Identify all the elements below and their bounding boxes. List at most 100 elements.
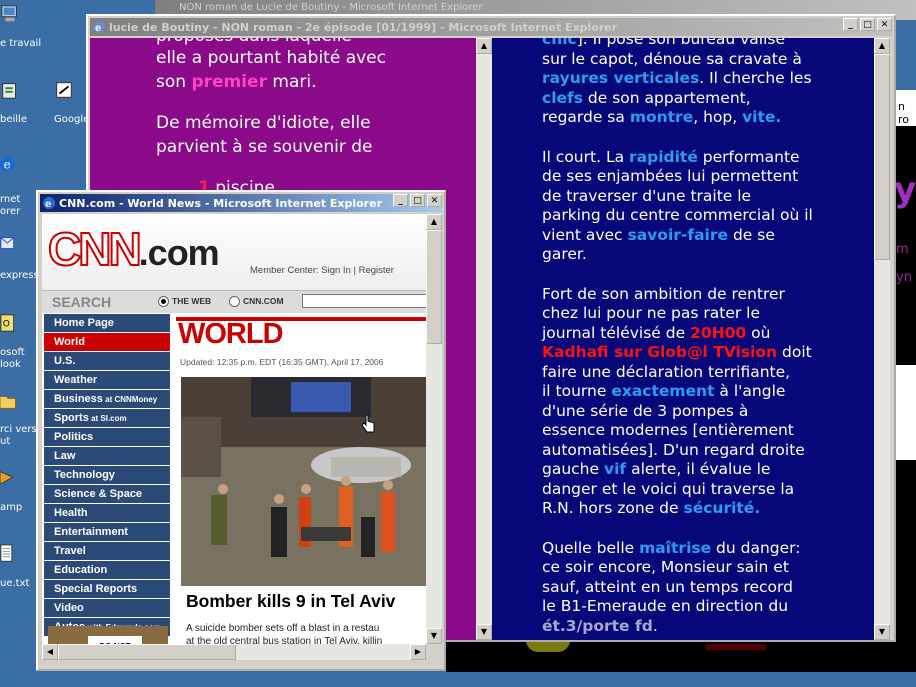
desktop-icon-outlook-express[interactable]: express: [0, 234, 40, 281]
text-line: parvient à se souvenir de: [156, 137, 373, 157]
story-text-span: doit: [777, 343, 812, 361]
story-link[interactable]: montre: [630, 108, 693, 126]
story-link[interactable]: rapidité: [629, 148, 698, 166]
scroll-thumb[interactable]: [874, 54, 890, 260]
story-paragraph: Fort de son ambition de rentrer chez lui …: [542, 285, 872, 519]
desktop-icon-text-file[interactable]: ue.txt: [0, 544, 40, 589]
nav-item-weather[interactable]: Weather: [44, 371, 170, 390]
story-line: danger et le voici qui traverse la: [542, 480, 872, 500]
nav-item-world[interactable]: World: [44, 333, 170, 352]
scroll-left-button[interactable]: ◀: [42, 644, 58, 660]
desktop-icon-internet-explorer[interactable]: e rnet orer: [0, 154, 40, 217]
minimize-button[interactable]: _: [843, 18, 858, 31]
desktop-icon-my-computer[interactable]: e travail: [0, 4, 41, 49]
search-label: SEARCH: [52, 294, 112, 310]
story-link[interactable]: clefs: [542, 89, 583, 107]
story-line: le B1-Emeraude en direction du: [542, 597, 872, 617]
cnn-titlebar[interactable]: e CNN.com - World News - Microsoft Inter…: [40, 194, 442, 212]
desktop-icon-label: osoft: [0, 347, 25, 358]
desktop-icon-label: rnet: [0, 194, 21, 205]
story-text-span: le B1-Emeraude en direction du: [542, 597, 789, 615]
navy-frame-scrollbar[interactable]: ▲ ▼: [874, 38, 890, 640]
nav-item-business[interactable]: Business at CNNMoney: [44, 390, 170, 409]
story-text-span: Quelle belle: [542, 538, 640, 557]
nav-item-special-reports[interactable]: Special Reports: [44, 580, 170, 599]
maximize-button[interactable]: □: [860, 18, 875, 31]
scroll-up-button[interactable]: ▲: [874, 38, 890, 54]
story-link[interactable]: sécurité.: [683, 499, 760, 517]
story-paragraph: Quelle belle maîtrise du danger: ce soir …: [542, 539, 872, 637]
news-photo[interactable]: [181, 377, 426, 586]
story-link[interactable]: savoir-faire: [628, 226, 729, 244]
desktop-icon-outlook[interactable]: O osoft look: [0, 313, 40, 370]
radio-cnn[interactable]: [229, 296, 240, 307]
outlook-express-icon: [0, 237, 15, 249]
nav-item-education[interactable]: Education: [44, 561, 170, 580]
story-link-grey[interactable]: ét.3/porte fd: [542, 617, 653, 635]
scroll-thumb[interactable]: [426, 230, 442, 344]
story-text-span: du danger:: [711, 538, 801, 557]
story-link[interactable]: vite.: [742, 108, 781, 126]
premier-link[interactable]: premier: [191, 72, 267, 92]
nav-item-entertainment[interactable]: Entertainment: [44, 523, 170, 542]
cnn-vertical-scrollbar[interactable]: ▲ ▼: [426, 214, 442, 644]
story-link[interactable]: vif: [604, 460, 626, 478]
story-text-span: garer.: [542, 245, 587, 263]
story-link-red[interactable]: Kadhafi sur Glob@l TVision: [542, 343, 777, 361]
member-center-links[interactable]: Member Center: Sign In | Register: [250, 265, 394, 276]
nav-item-video[interactable]: Video: [44, 599, 170, 618]
desktop-icon-label: ue.txt: [0, 578, 30, 589]
nav-item-science-space[interactable]: Science & Space: [44, 485, 170, 504]
nav-item-u-s[interactable]: U.S.: [44, 352, 170, 371]
scroll-up-button[interactable]: ▲: [476, 38, 492, 54]
desktop-icon-folder-shortcut[interactable]: rci vers ut: [0, 392, 40, 447]
story-line: journal télévisé de 20H00 où: [542, 324, 872, 344]
close-button[interactable]: ✕: [427, 194, 442, 207]
scroll-down-button[interactable]: ▼: [476, 624, 492, 640]
nav-item-sports[interactable]: Sports at SI.com: [44, 409, 170, 428]
radio-web[interactable]: [158, 296, 169, 307]
nav-item-politics[interactable]: Politics: [44, 428, 170, 447]
story-paragraph: sur le capot, dénoue sa cravate à rayures…: [542, 50, 872, 128]
svg-text:O: O: [3, 320, 10, 330]
story-link[interactable]: exactement: [611, 382, 714, 400]
scroll-down-button[interactable]: ▼: [874, 624, 890, 640]
nav-item-travel[interactable]: Travel: [44, 542, 170, 561]
desktop-icon-recycle-bin[interactable]: beille: [0, 80, 40, 125]
story-text-span: il tourne: [542, 382, 612, 400]
chic-link[interactable]: chic: [542, 38, 577, 48]
desktop-icon-label: look: [0, 359, 21, 370]
ie-icon: e: [93, 21, 105, 34]
scroll-up-button[interactable]: ▲: [426, 214, 442, 230]
cnn-browser-window[interactable]: e CNN.com - World News - Microsoft Inter…: [36, 190, 446, 671]
cnn-logo[interactable]: CNN.com: [47, 223, 220, 278]
section-title: WORLD: [178, 318, 284, 350]
story-text-span: Il court. La: [542, 147, 629, 166]
nav-item-health[interactable]: Health: [44, 504, 170, 523]
purple-frame-scrollbar[interactable]: ▲ ▼: [476, 38, 492, 640]
cnn-horizontal-scrollbar[interactable]: ◀ ▶: [42, 644, 426, 660]
scroll-thumb[interactable]: [58, 644, 236, 660]
scroll-down-button[interactable]: ▼: [426, 628, 442, 644]
headline-link[interactable]: Bomber kills 9 in Tel Aviv: [186, 591, 395, 612]
nav-item-label: Home Page: [54, 317, 114, 329]
story-text-span: gauche: [542, 460, 604, 478]
nav-item-home-page[interactable]: Home Page: [44, 314, 170, 333]
nav-item-law[interactable]: Law: [44, 447, 170, 466]
desktop-icon-winamp[interactable]: amp: [0, 468, 40, 513]
lucie-titlebar[interactable]: e lucie de Boutiny - NON roman - 2e épis…: [90, 18, 892, 36]
nav-item-label: Travel: [54, 545, 86, 557]
nav-item-label: Politics: [54, 431, 94, 443]
nav-item-technology[interactable]: Technology: [44, 466, 170, 485]
text-line: son premier mari.: [156, 72, 317, 92]
promo-image[interactable]: DO NOT: [48, 626, 168, 644]
story-link-red[interactable]: 20H00: [690, 324, 746, 342]
story-link[interactable]: rayures verticales: [542, 69, 699, 87]
search-input[interactable]: [302, 294, 426, 308]
minimize-button[interactable]: _: [393, 194, 408, 207]
scroll-right-button[interactable]: ▶: [410, 644, 426, 660]
close-button[interactable]: ✕: [877, 18, 892, 31]
maximize-button[interactable]: □: [410, 194, 425, 207]
story-link[interactable]: maîtrise: [639, 539, 711, 557]
nav-item-label: Weather: [54, 374, 98, 386]
